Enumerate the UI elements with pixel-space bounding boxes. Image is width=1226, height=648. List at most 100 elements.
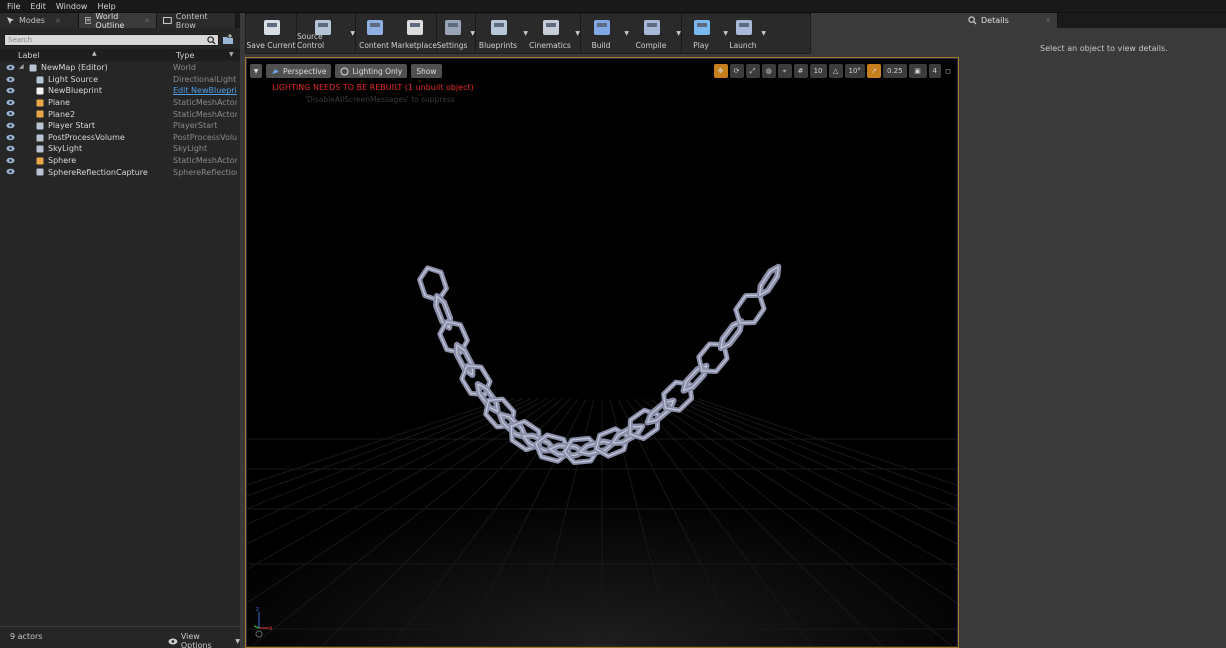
menu-file[interactable]: File [2,0,25,13]
close-icon[interactable]: ✕ [144,17,150,25]
visibility-eye-icon[interactable] [6,110,15,117]
world-space-icon[interactable]: ◍ [761,64,776,78]
outliner-row[interactable]: ◢ NewMap (Editor) World [0,62,240,74]
source-control-button[interactable]: Source Control ▼ [297,14,355,53]
scale-mode-icon[interactable]: ⤢ [745,64,760,78]
rotation-snap-value[interactable]: 10° [844,64,865,78]
translate-mode-icon[interactable]: ✥ [713,64,728,78]
visibility-eye-icon[interactable] [6,122,15,129]
chevron-down-icon[interactable]: ▼ [350,30,355,37]
viewport-options-button[interactable]: ▼ [250,64,262,78]
rotation-snap-icon[interactable]: △ [828,64,843,78]
edit-blueprint-link[interactable]: Edit NewBlueprin [173,86,237,95]
outliner-row[interactable]: Light Source DirectionalLight [0,74,240,86]
static-mesh-icon [36,99,44,107]
content-icon [367,20,383,35]
close-icon[interactable]: ✕ [55,17,61,25]
outliner-column-header: Label ▲ Type ▼ [0,49,240,61]
sort-ascending-icon: ▲ [92,50,97,57]
blueprints-button[interactable]: Blueprints ▼ [476,14,528,53]
settings-button[interactable]: Settings ▼ [437,14,475,53]
level-viewport-frame: ▼ Perspective Lighting Only Show ✥ ⟳ ⤢ ◍… [245,57,959,648]
camera-speed-value[interactable]: 4 [928,64,941,78]
visibility-eye-icon[interactable] [6,134,15,141]
visibility-eye-icon[interactable] [6,87,15,94]
create-folder-icon[interactable] [222,34,234,46]
outliner-row[interactable]: SphereReflectionCapture SphereReflectionC [0,166,240,178]
outliner-row[interactable]: PostProcessVolume PostProcessVolum [0,132,240,144]
toolbar-button-label: Cinematics [529,41,571,50]
outliner-row[interactable]: SkyLight SkyLight [0,143,240,155]
grid-snap-value[interactable]: 10 [809,64,827,78]
save-current-button[interactable]: Save Current [246,14,296,53]
actor-type: StaticMeshActor [173,109,237,119]
static-mesh-icon [36,157,44,165]
close-icon[interactable]: ✕ [1045,17,1051,25]
visibility-eye-icon[interactable] [6,64,15,71]
toolbar-button-label: Compile [635,41,667,50]
chevron-down-icon[interactable]: ▼ [470,30,475,37]
perspective-button[interactable]: Perspective [266,64,332,78]
tab-details[interactable]: Details ✕ [962,13,1058,28]
outliner-row[interactable]: Sphere StaticMeshActor [0,155,240,167]
scale-snap-value[interactable]: 0.25 [882,64,907,78]
marketplace-button[interactable]: Marketplace [391,14,437,53]
right-dock-tabs: Details ✕ [962,13,1226,28]
actor-type: DirectionalLight [173,74,237,84]
outliner-row[interactable]: Player Start PlayerStart [0,120,240,132]
visibility-eye-icon[interactable] [6,145,15,152]
show-button[interactable]: Show [411,64,442,78]
view-options-button[interactable]: View Options ▼ [168,632,240,648]
search-input[interactable] [5,35,205,45]
column-type-header[interactable]: Type [176,51,194,60]
post-process-icon [36,134,44,142]
play-button[interactable]: Play ▼ [682,14,728,53]
menu-window[interactable]: Window [51,0,93,13]
chevron-down-icon[interactable]: ▼ [761,30,766,37]
expand-arrow-icon[interactable]: ◢ [19,63,24,70]
compile-button[interactable]: Compile ▼ [629,14,681,53]
tab-world-outliner[interactable]: World Outline ✕ [79,12,157,30]
tab-modes-label: Modes [19,16,45,25]
outliner-row[interactable]: Plane StaticMeshActor [0,97,240,109]
lighting-only-icon [340,67,349,75]
outliner-row[interactable]: Plane2 StaticMeshActor [0,108,240,120]
camera-speed-icon[interactable]: ▣ [908,64,927,78]
chevron-down-icon[interactable]: ▼ [676,30,681,37]
cinematics-icon [543,20,559,35]
search-icon[interactable] [207,36,216,45]
menu-edit[interactable]: Edit [25,0,51,13]
content-button[interactable]: Content [356,14,392,53]
perspective-label: Perspective [283,66,327,76]
visibility-eye-icon[interactable] [6,157,15,164]
tab-content-browser[interactable]: Content Brow [157,12,236,30]
actor-type: StaticMeshActor [173,98,237,108]
actor-label: NewMap (Editor) [41,63,108,73]
toolbar-button-label: Settings [436,41,468,50]
view-mode-button[interactable]: Lighting Only [335,64,408,78]
actor-type: World [173,63,196,73]
visibility-eye-icon[interactable] [6,168,15,175]
eye-icon [168,638,178,644]
level-viewport[interactable]: ▼ Perspective Lighting Only Show ✥ ⟳ ⤢ ◍… [247,59,957,646]
save-icon [264,20,280,35]
maximize-viewport-icon[interactable]: ◻ [943,64,953,78]
grid-snap-icon[interactable]: # [793,64,808,78]
tab-modes[interactable]: Modes ✕ [0,13,79,28]
cinematics-button[interactable]: Cinematics ▼ [528,14,580,53]
build-button[interactable]: Build ▼ [581,14,629,53]
viewport-toolbar-left: ▼ Perspective Lighting Only Show [250,64,442,78]
scale-snap-icon[interactable]: ↗ [866,64,881,78]
launch-button[interactable]: Launch ▼ [728,14,766,53]
column-label-header[interactable]: Label [18,51,40,60]
chevron-down-icon[interactable]: ▼ [575,30,580,37]
visibility-eye-icon[interactable] [6,76,15,83]
outliner-row[interactable]: NewBlueprint Edit NewBlueprin [0,85,240,97]
surface-snap-icon[interactable]: ⌖ [777,64,792,78]
build-icon [594,20,610,35]
rotate-mode-icon[interactable]: ⟳ [729,64,744,78]
column-dropdown-icon[interactable]: ▼ [229,51,234,58]
blueprints-icon [491,20,507,35]
visibility-eye-icon[interactable] [6,99,15,106]
toolbar-button-label: Blueprints [478,41,518,50]
